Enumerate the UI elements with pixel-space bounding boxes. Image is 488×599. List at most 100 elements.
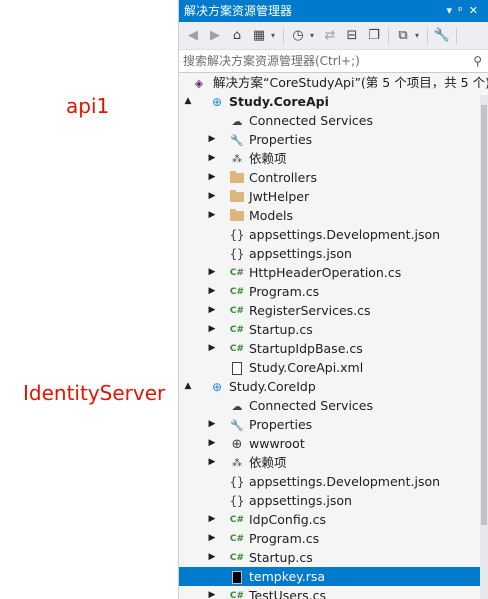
tree-item-label: Study.CoreApi — [229, 94, 329, 109]
search-input[interactable]: 搜索解决方案资源管理器(Ctrl+;) ⚲ — [179, 50, 488, 73]
tree-item[interactable]: ▶ JwtHelper — [179, 187, 488, 206]
csharp-file-icon: C# — [229, 267, 245, 278]
tree-item-label: Models — [249, 208, 294, 223]
wrench-icon: 🔧 — [230, 418, 244, 432]
tree-item[interactable]: {} appsettings.json — [179, 491, 488, 510]
tree-item[interactable]: ▶ C# TestUsers.cs — [179, 586, 488, 599]
json-file-icon: {} — [229, 246, 245, 261]
toolbar: ◀ ▶ ⌂ ▦ ▾ ◷ ▾ ⇄ ⊟ ❐ ⧉ ▾ 🔧 — [179, 22, 488, 50]
json-file-icon: {} — [229, 227, 245, 242]
collapsed-arrow-icon[interactable]: ▶ — [207, 320, 217, 339]
search-icon[interactable]: ⚲ — [473, 50, 482, 72]
sync-icon[interactable]: ⇄ — [320, 26, 340, 46]
tree-item-label: appsettings.json — [249, 493, 352, 508]
tree-item[interactable]: Study.CoreApi.xml — [179, 358, 488, 377]
expanded-arrow-icon[interactable]: ▲ — [183, 377, 193, 396]
tree-item[interactable]: ▶ 🔧 Properties — [179, 130, 488, 149]
tree-item[interactable]: ▶ ⁂ 依赖项 — [179, 453, 488, 472]
switch-views-dropdown-icon[interactable]: ▾ — [271, 31, 279, 40]
folder-icon — [229, 189, 245, 205]
window-controls: ▾ᵖ✕ — [447, 0, 484, 22]
collapse-all-icon[interactable]: ⊟ — [342, 26, 362, 46]
tree-item[interactable]: {} appsettings.json — [179, 244, 488, 263]
tree-item[interactable]: ▶ C# Startup.cs — [179, 548, 488, 567]
tree-item[interactable]: ▶ C# Startup.cs — [179, 320, 488, 339]
tree-item[interactable]: ▶ 🔧 Properties — [179, 415, 488, 434]
tree-item-label: appsettings.Development.json — [249, 474, 441, 489]
collapsed-arrow-icon[interactable]: ▶ — [207, 339, 217, 358]
preview-dropdown-icon[interactable]: ▾ — [415, 31, 423, 40]
annotation-api1: api1 — [66, 94, 110, 118]
collapsed-arrow-icon[interactable]: ▶ — [207, 548, 217, 567]
csharp-file-icon: C# — [229, 305, 245, 316]
collapsed-arrow-icon[interactable]: ▶ — [207, 529, 217, 548]
collapsed-arrow-icon[interactable]: ▶ — [207, 415, 217, 434]
csharp-file-icon: C# — [229, 533, 245, 544]
tree-item[interactable]: ▶ Models — [179, 206, 488, 225]
tree-item-label: Program.cs — [249, 531, 320, 546]
connected-services-icon: ☁ — [231, 399, 243, 413]
tree-item[interactable]: {} appsettings.Development.json — [179, 225, 488, 244]
wrench-icon: 🔧 — [230, 133, 244, 147]
tree-item[interactable]: ☁ Connected Services — [179, 396, 488, 415]
switch-views-icon[interactable]: ▦ — [249, 26, 269, 46]
vertical-scrollbar[interactable] — [480, 95, 488, 599]
tree-item[interactable]: ▶ C# Program.cs — [179, 282, 488, 301]
properties-icon[interactable]: 🔧 — [432, 26, 452, 46]
tree-item[interactable]: ▶ C# IdpConfig.cs — [179, 510, 488, 529]
tree-item-label: wwwroot — [249, 436, 305, 451]
tree-item[interactable]: ▲ ⊕ Study.CoreApi — [179, 92, 488, 111]
collapsed-arrow-icon[interactable]: ▶ — [207, 301, 217, 320]
collapsed-arrow-icon[interactable]: ▶ — [207, 187, 217, 206]
tree-item-label: Properties — [249, 417, 313, 432]
home-icon[interactable]: ⌂ — [227, 26, 247, 46]
tree-item[interactable]: {} appsettings.Development.json — [179, 472, 488, 491]
tree-item[interactable]: ▶ C# StartupIdpBase.cs — [179, 339, 488, 358]
tree-item[interactable]: ▶ C# Program.cs — [179, 529, 488, 548]
tree-item[interactable]: ☁ Connected Services — [179, 111, 488, 130]
collapsed-arrow-icon[interactable]: ▶ — [207, 510, 217, 529]
toolbar-separator — [388, 27, 389, 44]
pin-icon[interactable]: ᵖ — [458, 4, 469, 17]
collapsed-arrow-icon[interactable]: ▶ — [207, 168, 217, 187]
tree-item[interactable]: ▲ ⊕ Study.CoreIdp — [179, 377, 488, 396]
tree-item[interactable]: ▶ C# RegisterServices.cs — [179, 301, 488, 320]
collapsed-arrow-icon[interactable]: ▶ — [207, 206, 217, 225]
tree-item[interactable]: ▶ Controllers — [179, 168, 488, 187]
tree-item-label: HttpHeaderOperation.cs — [249, 265, 402, 280]
solution-node[interactable]: ◈ 解决方案“CoreStudyApi”(第 5 个项目，共 5 个) — [179, 73, 488, 92]
collapsed-arrow-icon[interactable]: ▶ — [207, 149, 217, 168]
tree-item[interactable]: ▶ C# HttpHeaderOperation.cs — [179, 263, 488, 282]
folder-icon — [229, 170, 245, 186]
csharp-file-icon: C# — [229, 324, 245, 335]
show-all-files-icon[interactable]: ❐ — [364, 26, 384, 46]
close-icon[interactable]: ✕ — [469, 4, 484, 17]
back-icon[interactable]: ◀ — [183, 26, 203, 46]
collapsed-arrow-icon[interactable]: ▶ — [207, 586, 217, 599]
dependencies-icon: ⁂ — [232, 153, 242, 165]
csharp-file-icon: C# — [229, 552, 245, 563]
folder-icon — [229, 208, 245, 224]
collapsed-arrow-icon[interactable]: ▶ — [207, 263, 217, 282]
csharp-file-icon: C# — [229, 514, 245, 525]
json-file-icon: {} — [229, 493, 245, 508]
tree-item-label: Program.cs — [249, 284, 320, 299]
tree-item[interactable]: tempkey.rsa — [179, 567, 488, 586]
collapsed-arrow-icon[interactable]: ▶ — [207, 130, 217, 149]
expanded-arrow-icon[interactable]: ▲ — [183, 92, 193, 111]
collapsed-arrow-icon[interactable]: ▶ — [207, 434, 217, 453]
forward-icon[interactable]: ▶ — [205, 26, 225, 46]
scrollbar-thumb[interactable] — [481, 105, 487, 525]
history-dropdown-icon[interactable]: ▾ — [310, 31, 318, 40]
panel-titlebar: 解决方案资源管理器 ▾ᵖ✕ — [179, 0, 488, 22]
tree-item[interactable]: ▶ ⁂ 依赖项 — [179, 149, 488, 168]
collapsed-arrow-icon[interactable]: ▶ — [207, 282, 217, 301]
dropdown-icon[interactable]: ▾ — [447, 4, 459, 17]
toolbar-separator — [283, 27, 284, 44]
tree-item-label: TestUsers.cs — [249, 588, 326, 599]
toolbar-separator — [456, 27, 457, 44]
tree-item[interactable]: ▶ ⊕ wwwroot — [179, 434, 488, 453]
history-icon[interactable]: ◷ — [288, 26, 308, 46]
collapsed-arrow-icon[interactable]: ▶ — [207, 453, 217, 472]
preview-icon[interactable]: ⧉ — [393, 26, 413, 46]
